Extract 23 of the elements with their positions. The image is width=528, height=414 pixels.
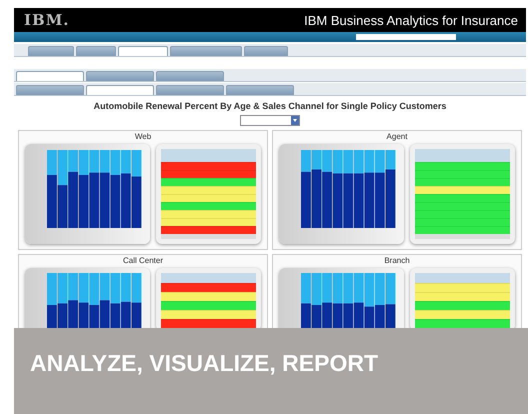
banner-text: ANALYZE, VISUALIZE, REPORT: [30, 350, 378, 376]
filter-dropdown[interactable]: [240, 115, 300, 126]
nav-tab[interactable]: [170, 46, 242, 56]
panel-title: Web: [134, 131, 152, 142]
panel-title: Call Center: [122, 255, 164, 266]
caret-icon: [291, 116, 299, 125]
nav-tab[interactable]: [118, 46, 168, 56]
nav-tab[interactable]: [244, 46, 288, 56]
sub-tab[interactable]: [156, 71, 224, 81]
report-tab[interactable]: [16, 85, 84, 95]
report-tab[interactable]: [86, 85, 154, 95]
nav-tab[interactable]: [76, 46, 116, 56]
report-title: Automobile Renewal Percent By Age & Sales Channel for Single Policy Customers: [92, 101, 448, 111]
sub-tab[interactable]: [16, 71, 84, 81]
nav-tab[interactable]: [28, 46, 74, 56]
search-field[interactable]: [356, 34, 456, 40]
sub-tab[interactable]: [86, 71, 154, 81]
logo: IBM.: [24, 11, 70, 29]
panel-title: Branch: [383, 255, 411, 266]
product-title: IBM Business Analytics for Insurance: [304, 12, 518, 28]
report-tab[interactable]: [226, 85, 294, 95]
panel-title: Agent: [386, 131, 408, 142]
report-tab[interactable]: [156, 85, 224, 95]
